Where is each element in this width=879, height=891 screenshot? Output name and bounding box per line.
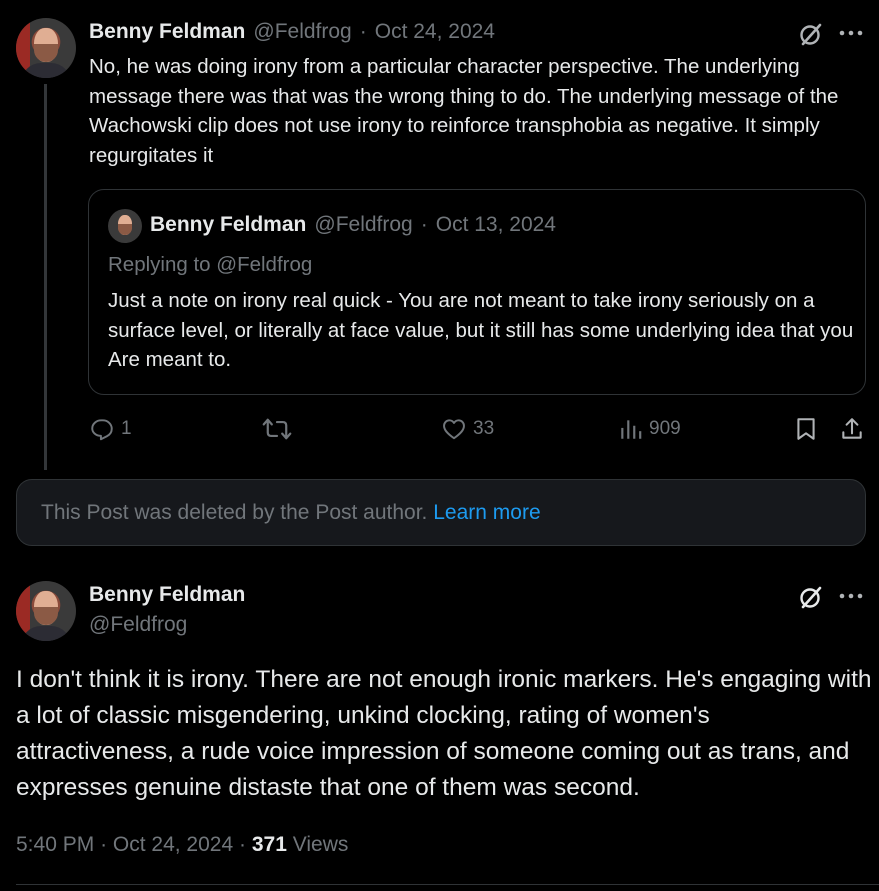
quoted-author-handle: @Feldfrog — [314, 213, 413, 236]
analytics-icon — [621, 420, 642, 439]
reply-header: Benny Feldman @Feldfrog · Oct 24, 2024 — [89, 20, 495, 44]
reply-count: 1 — [121, 418, 132, 439]
more-options-icon[interactable] — [838, 586, 864, 611]
quoted-author-avatar — [108, 209, 142, 243]
avatar-beard — [118, 224, 132, 235]
quoted-post[interactable]: Benny Feldman @Feldfrog · Oct 13, 2024 R… — [88, 189, 866, 395]
author-name[interactable]: Benny Feldman — [89, 20, 245, 44]
bookmark-button[interactable] — [793, 416, 819, 447]
post-date[interactable]: Oct 24, 2024 — [375, 20, 495, 44]
post-time[interactable]: 5:40 PM — [16, 833, 94, 856]
separator: · — [420, 213, 428, 236]
main-author-name[interactable]: Benny Feldman — [89, 583, 245, 607]
avatar-beard — [34, 44, 58, 62]
reply-button[interactable]: 1 — [89, 416, 132, 442]
more-options-icon[interactable] — [838, 23, 864, 48]
main-author-handle[interactable]: @Feldfrog — [89, 613, 187, 637]
thread-line — [44, 84, 47, 470]
main-post-text: I don't think it is irony. There are not… — [16, 666, 872, 801]
heart-icon — [443, 419, 465, 440]
view-count: 909 — [649, 418, 681, 439]
repost-button[interactable] — [262, 416, 298, 442]
separator: · — [100, 833, 108, 856]
quoted-author-name: Benny Feldman — [150, 213, 307, 236]
author-handle[interactable]: @Feldfrog — [253, 20, 351, 44]
reply-icon — [91, 419, 113, 441]
separator: · — [239, 833, 246, 856]
reply-text: No, he was doing irony from a particular… — [89, 55, 839, 167]
post-metadata: 5:40 PM · Oct 24, 2024 · 371 Views — [16, 833, 348, 857]
like-button[interactable]: 33 — [441, 416, 494, 442]
grok-icon[interactable] — [797, 583, 825, 616]
avatar-beard — [34, 607, 58, 625]
like-count: 33 — [473, 418, 495, 439]
repost-icon — [262, 418, 292, 440]
views-label: Views — [292, 833, 349, 856]
quoted-header: Benny Feldman @Feldfrog · Oct 13, 2024 — [150, 213, 556, 237]
separator: · — [359, 20, 367, 43]
divider — [16, 884, 879, 885]
replying-to: Replying to @Feldfrog — [108, 253, 313, 276]
share-button[interactable] — [839, 416, 865, 447]
main-author-avatar[interactable] — [16, 581, 76, 641]
deleted-notice-text: This Post was deleted by the Post author… — [41, 500, 428, 524]
learn-more-link[interactable]: Learn more — [433, 501, 540, 525]
share-icon — [842, 418, 862, 439]
views-count: 371 — [251, 833, 287, 856]
grok-icon[interactable] — [797, 20, 825, 53]
deleted-post-notice: This Post was deleted by the Post author… — [16, 479, 866, 546]
quoted-post-date: Oct 13, 2024 — [435, 213, 556, 236]
quoted-text: Just a note on irony real quick - You ar… — [108, 289, 854, 372]
post-date[interactable]: Oct 24, 2024 — [113, 833, 233, 856]
bookmark-icon — [797, 418, 815, 440]
author-avatar[interactable] — [16, 18, 76, 78]
views-button[interactable]: 909 — [619, 416, 681, 442]
